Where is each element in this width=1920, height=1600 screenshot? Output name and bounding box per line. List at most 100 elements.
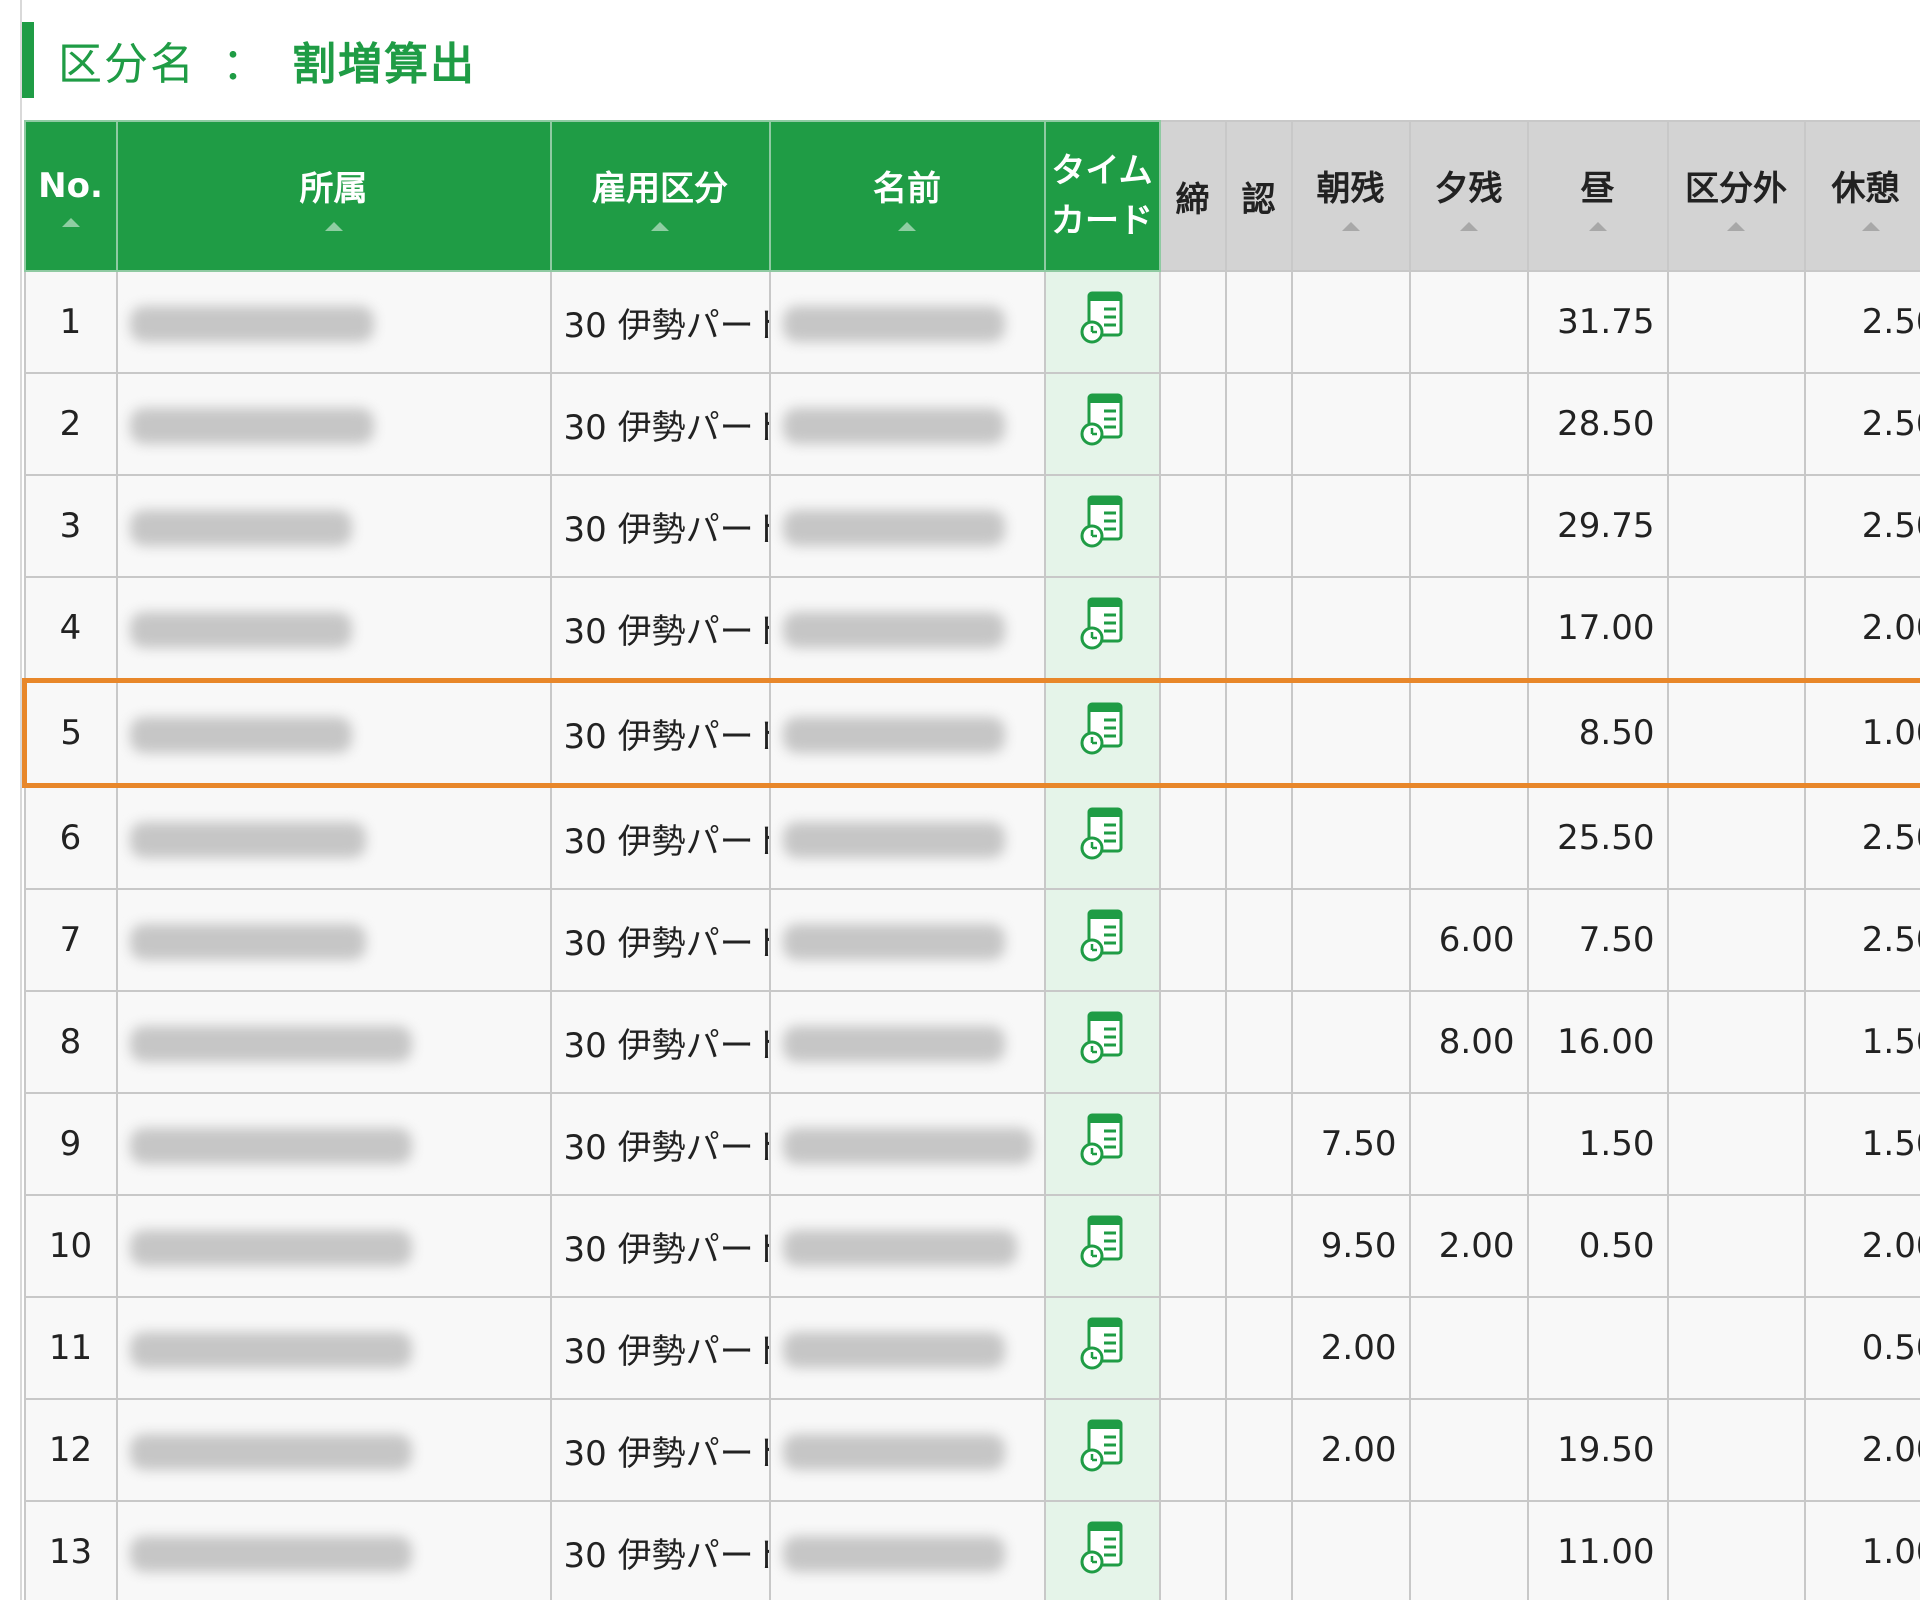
timecard-icon[interactable] (1079, 596, 1125, 661)
cell-evening: 6.00 (1408, 888, 1529, 992)
cell-morning (1290, 1500, 1411, 1600)
timecard-icon[interactable] (1079, 1214, 1125, 1279)
cell-day: 16.00 (1526, 990, 1669, 1094)
cell-no: 5 (22, 678, 118, 788)
table-row[interactable]: 6 30 伊勢パート 25.50 2.50 (23, 784, 1920, 890)
cell-timecard (1043, 576, 1161, 682)
cell-timecard (1043, 1092, 1161, 1196)
cell-timecard (1043, 1194, 1161, 1298)
cell-name (768, 784, 1046, 890)
cell-employment: 30 伊勢パート (549, 270, 771, 374)
table-row[interactable]: 2 30 伊勢パート 28.50 2.50 (23, 372, 1920, 476)
cell-morning (1290, 990, 1411, 1094)
cell-employment: 30 伊勢パート (549, 1500, 771, 1600)
section-accent-bar (22, 22, 34, 98)
cell-no: 6 (23, 784, 118, 890)
table-row[interactable]: 3 30 伊勢パート 29.75 2.50 (23, 474, 1920, 578)
column-header-dept-label: 所属 (299, 169, 368, 209)
cell-no: 10 (23, 1194, 118, 1298)
redacted-dept (129, 923, 366, 960)
column-header-no[interactable]: No. (23, 120, 118, 272)
table-row[interactable]: 13 30 伊勢パート 11.00 1.00 (23, 1500, 1920, 1600)
cell-timecard (1043, 1296, 1161, 1400)
cell-break: 2.00 (1803, 1398, 1920, 1502)
timecard-icon[interactable] (1079, 701, 1125, 766)
table-row[interactable]: 7 30 伊勢パート 6.007.50 2.50 (23, 888, 1920, 992)
cell-outside (1666, 1092, 1806, 1196)
column-header-name[interactable]: 名前 (768, 120, 1046, 272)
timecard-icon[interactable] (1079, 392, 1125, 457)
timecard-icon[interactable] (1079, 1316, 1125, 1381)
cell-day: 17.00 (1526, 576, 1669, 682)
timecard-icon[interactable] (1079, 1520, 1125, 1585)
column-header-break[interactable]: 休憩 (1803, 120, 1920, 272)
column-header-approve: 認 (1224, 120, 1293, 272)
table-row[interactable]: 1030 伊勢パート9.502.000.502.00 (23, 1194, 1920, 1298)
column-header-morning[interactable]: 朝残 (1290, 120, 1411, 272)
cell-break-value: 0.50 (1861, 1328, 1920, 1368)
sort-asc-icon (1861, 222, 1880, 231)
redacted-dept (129, 305, 374, 342)
redacted-name (782, 407, 1005, 444)
table-row[interactable]: 8 30 伊勢パート 8.0016.00 1.50 (23, 990, 1920, 1094)
cell-day: 11.00 (1526, 1500, 1669, 1600)
cell-timecard (1043, 888, 1161, 992)
table-row[interactable]: 9 30 伊勢パート 7.50 1.50 1.50 (23, 1092, 1920, 1196)
cell-day: 0.50 (1526, 1194, 1669, 1298)
timecard-icon[interactable] (1079, 290, 1125, 355)
redacted-name (782, 1331, 1005, 1368)
table-row[interactable]: 12 30 伊勢パート 2.00 19.50 2.00 (23, 1398, 1920, 1502)
sort-asc-icon (324, 222, 343, 231)
redacted-name (782, 1127, 1033, 1164)
timecard-icon[interactable] (1079, 908, 1125, 973)
cell-name (768, 1092, 1046, 1196)
cell-break: 1.50 (1803, 1092, 1920, 1196)
column-header-day[interactable]: 昼 (1526, 120, 1669, 272)
cell-break: 0.50 (1803, 1296, 1920, 1400)
cell-morning (1290, 372, 1411, 476)
cell-break: 2.50 (1803, 372, 1920, 476)
cell-dept (115, 1194, 552, 1298)
cell-outside (1666, 990, 1806, 1094)
cell-morning (1290, 678, 1411, 788)
timecard-icon[interactable] (1079, 1112, 1125, 1177)
cell-approve (1224, 888, 1293, 992)
column-header-dept[interactable]: 所属 (115, 120, 552, 272)
column-header-outside[interactable]: 区分外 (1666, 120, 1806, 272)
cell-outside (1666, 1194, 1806, 1298)
redacted-dept (129, 1229, 412, 1266)
cell-no: 2 (23, 372, 118, 476)
column-header-employment[interactable]: 雇用区分 (549, 120, 771, 272)
column-header-close: 締 (1158, 120, 1227, 272)
table-body: 1 30 伊勢パート 31.75 2.50 2 30 伊勢パート 28.50 2.50 3 30 … (22, 270, 1920, 1600)
cell-close (1158, 1398, 1227, 1502)
cell-morning: 9.50 (1290, 1194, 1411, 1298)
cell-day: 19.50 (1526, 1398, 1669, 1502)
redacted-name (782, 611, 1005, 648)
table-row[interactable]: 1 30 伊勢パート 31.75 2.50 (23, 270, 1920, 374)
cell-approve (1224, 1194, 1293, 1298)
cell-no: 13 (23, 1500, 118, 1600)
timecard-icon[interactable] (1079, 494, 1125, 559)
timecard-icon[interactable] (1079, 1418, 1125, 1483)
cell-day: 8.50 (1526, 678, 1669, 788)
table-row[interactable]: 11 30 伊勢パート 2.00 0.50 (23, 1296, 1920, 1400)
cell-dept (115, 888, 552, 992)
table-row[interactable]: 5 30 伊勢パート 8.50 1.00 (22, 678, 1920, 788)
redacted-dept (129, 1433, 412, 1470)
cell-outside (1666, 784, 1806, 890)
section-separator: ： (222, 39, 266, 90)
cell-approve (1224, 474, 1293, 578)
timecard-icon[interactable] (1079, 1010, 1125, 1075)
table-row[interactable]: 4 30 伊勢パート 17.00 2.00 (23, 576, 1920, 682)
redacted-dept (129, 716, 352, 753)
column-header-evening[interactable]: 夕残 (1408, 120, 1529, 272)
cell-employment: 30 伊勢パート (549, 1092, 771, 1196)
cell-outside (1666, 576, 1806, 682)
cell-outside (1666, 372, 1806, 476)
cell-evening (1408, 784, 1529, 890)
timecard-icon[interactable] (1079, 806, 1125, 871)
cell-approve (1224, 990, 1293, 1094)
cell-employment: 30 伊勢パート (549, 990, 771, 1094)
cell-break-value: 2.50 (1861, 302, 1920, 342)
